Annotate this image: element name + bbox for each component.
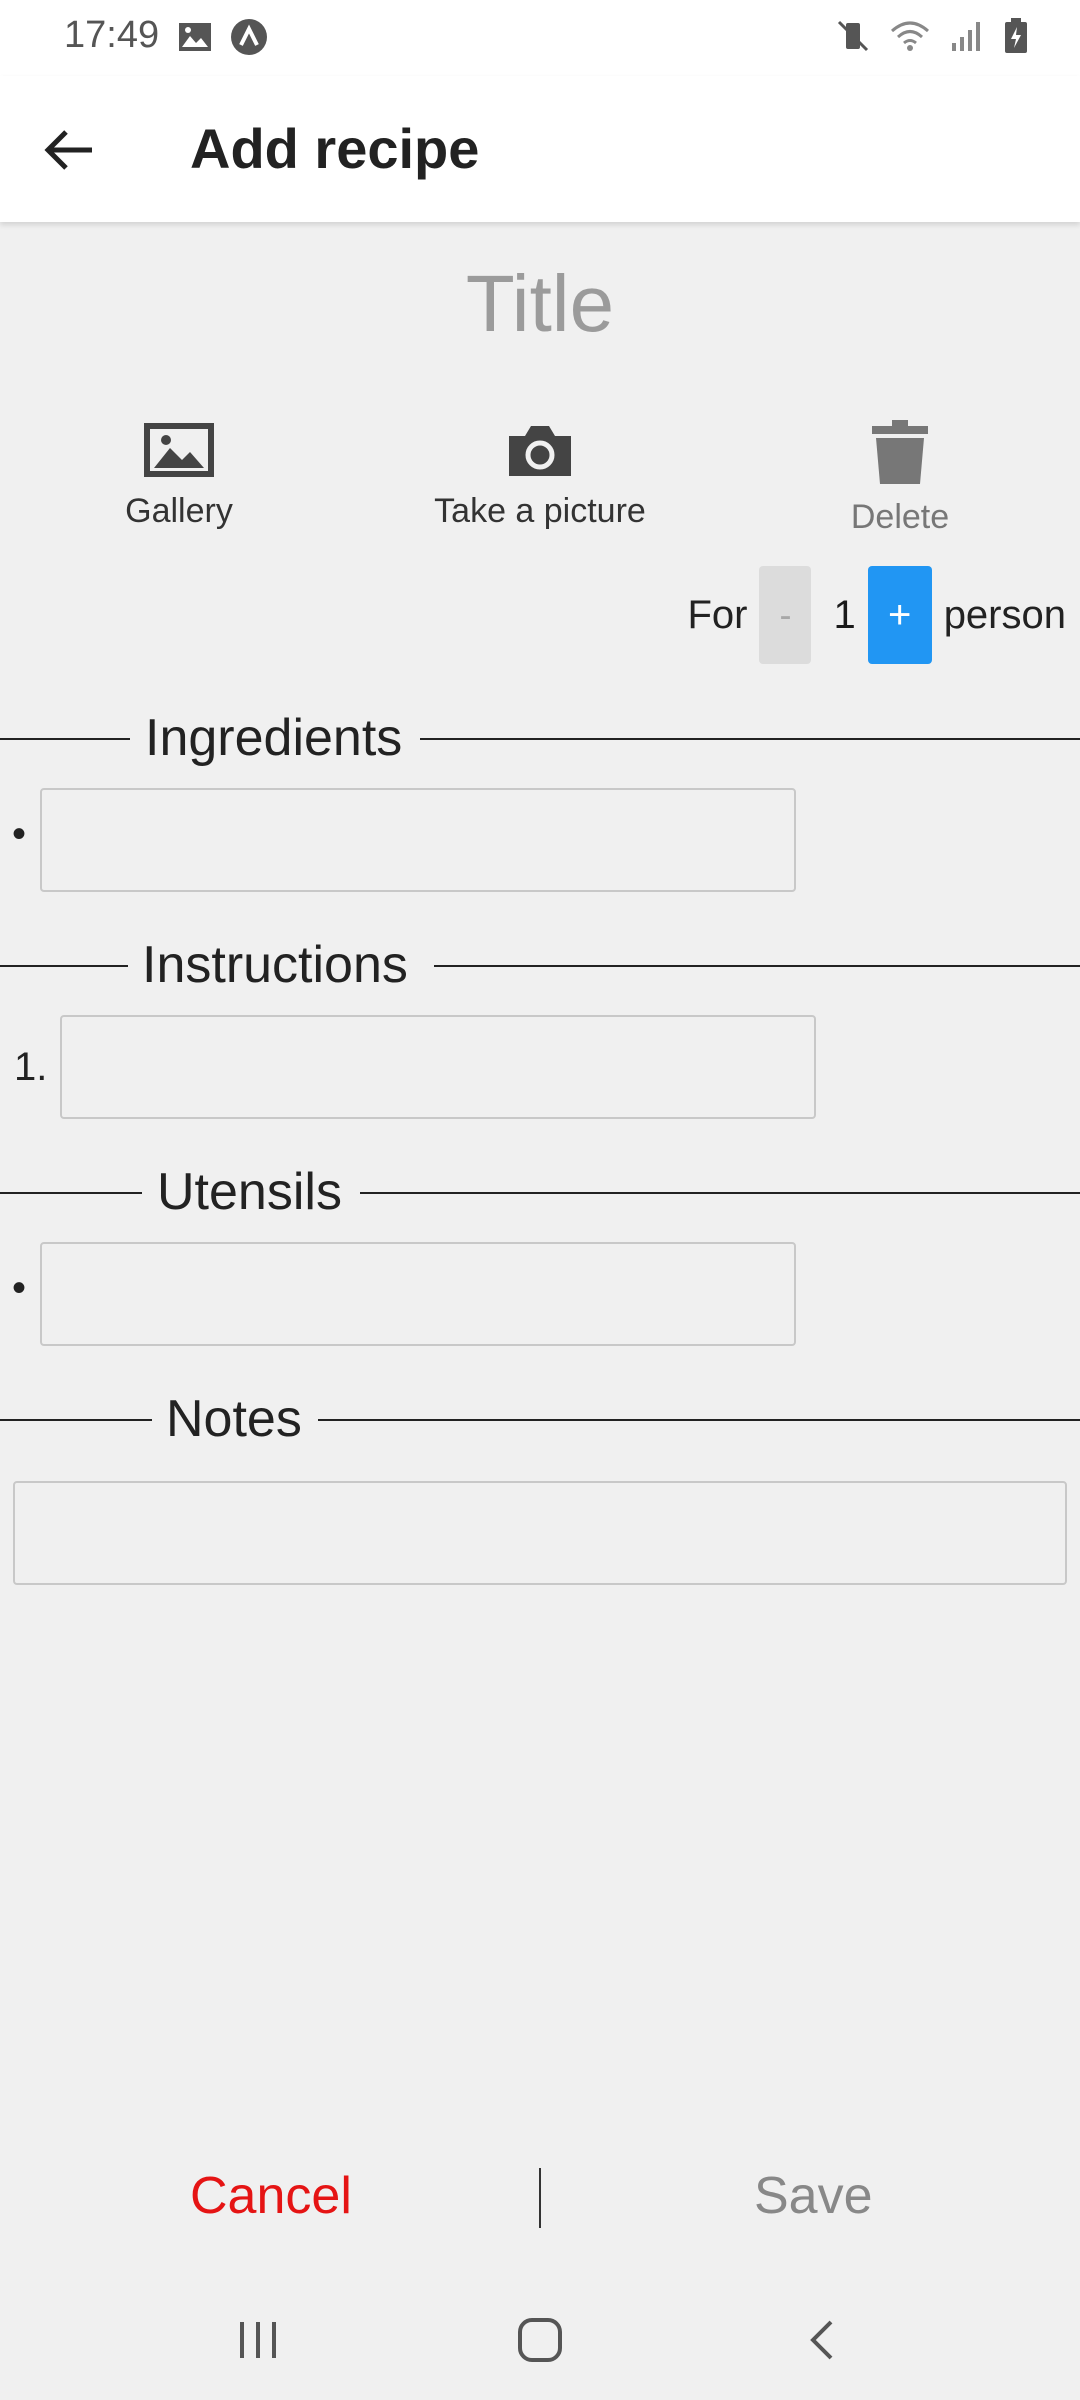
gallery-label: Gallery	[125, 492, 233, 530]
divider	[0, 1419, 152, 1421]
divider	[0, 738, 130, 740]
save-button[interactable]: Save	[754, 2166, 873, 2226]
status-bar: 17:49	[0, 0, 1080, 76]
chevron-left-icon	[810, 2320, 833, 2360]
divider	[420, 738, 1080, 740]
servings-prefix: For	[687, 592, 748, 637]
app-notification-icon	[231, 19, 267, 55]
notes-heading: Notes	[166, 1390, 302, 1448]
gallery-icon	[144, 423, 214, 477]
recipe-title-input[interactable]: Title	[0, 258, 1080, 350]
trash-icon	[872, 420, 928, 484]
bullet-marker: •	[12, 812, 27, 856]
instruction-input[interactable]	[60, 1015, 816, 1119]
camera-icon	[509, 426, 571, 476]
step-number: 1.	[14, 1045, 48, 1089]
system-navigation-bar	[0, 2280, 1080, 2400]
servings-control: For - 1 + person	[687, 566, 1066, 664]
divider	[0, 1192, 142, 1194]
divider	[360, 1192, 1080, 1194]
app-header: Add recipe	[0, 76, 1080, 222]
ingredient-input[interactable]	[40, 788, 796, 892]
page-title: Add recipe	[190, 117, 480, 180]
gallery-button[interactable]: Gallery	[49, 420, 309, 531]
delete-label: Delete	[850, 498, 950, 536]
vibrate-mute-icon	[837, 20, 869, 52]
divider	[0, 965, 128, 967]
recent-apps-icon	[240, 2322, 276, 2358]
ingredients-heading: Ingredients	[145, 709, 403, 767]
divider	[318, 1419, 1080, 1421]
utensils-heading: Utensils	[157, 1163, 342, 1221]
instructions-heading: Instructions	[142, 936, 408, 994]
divider	[434, 965, 1080, 967]
battery-charging-icon	[1005, 18, 1027, 53]
decrease-servings-button[interactable]: -	[759, 566, 812, 664]
bullet-marker: •	[12, 1266, 27, 1310]
status-time: 17:49	[64, 14, 160, 56]
servings-count: 1	[833, 592, 856, 637]
home-button[interactable]	[500, 2310, 580, 2370]
recent-apps-button[interactable]	[218, 2310, 298, 2370]
system-back-button[interactable]	[782, 2310, 862, 2370]
utensil-input[interactable]	[40, 1242, 796, 1346]
image-icon	[179, 23, 211, 51]
take-picture-label: Take a picture	[434, 492, 646, 530]
servings-suffix: person	[943, 592, 1066, 637]
signal-icon	[952, 22, 980, 51]
wifi-icon	[891, 21, 929, 51]
cancel-button[interactable]: Cancel	[190, 2166, 352, 2226]
increase-servings-button[interactable]: +	[867, 566, 932, 664]
arrow-left-icon[interactable]	[40, 120, 100, 180]
take-picture-button[interactable]: Take a picture	[410, 420, 670, 531]
notes-input[interactable]	[13, 1481, 1067, 1585]
home-icon	[518, 2318, 562, 2362]
divider	[539, 2168, 541, 2228]
delete-photo-button[interactable]: Delete	[770, 420, 1030, 537]
